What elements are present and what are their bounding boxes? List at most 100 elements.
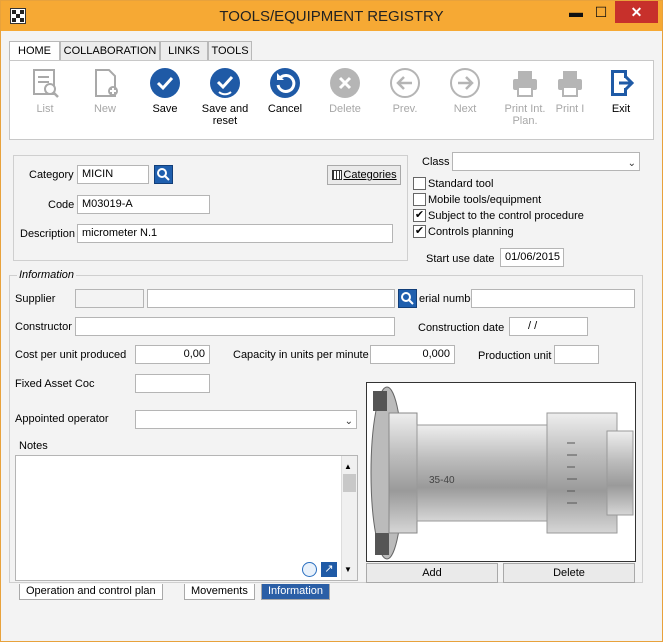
delete-image-button[interactable]: Delete [503,563,635,583]
subject-control-checkbox[interactable]: ✔ [413,209,426,222]
categories-button-label: Categories [343,169,397,181]
tab-information[interactable]: Information [261,584,331,600]
save-and-reset-button[interactable]: Save and reset [196,67,254,127]
category-search-button[interactable] [154,165,173,184]
new-document-icon [95,69,118,97]
construction-date-label: Construction date [418,322,505,334]
chevron-down-icon: ⌄ [344,416,353,427]
cancel-label: Cancel [267,103,303,115]
code-label: Code [48,199,75,211]
print-int-label-1: Print Int. [504,103,546,115]
tab-movements[interactable]: Movements [184,584,255,600]
open-link-icon[interactable]: ↗ [321,562,337,577]
scroll-up-icon[interactable]: ▲ [344,458,352,475]
save-reset-label-1: Save and [201,103,249,115]
save-reset-label-2: reset [212,115,238,127]
production-unit-field[interactable] [554,345,599,364]
fixed-asset-code-label: Fixed Asset Coc [15,378,95,390]
add-image-button[interactable]: Add [366,563,498,583]
controls-planning-label: Controls planning [428,226,514,238]
close-button[interactable]: ✕ [615,1,658,23]
cost-per-unit-field[interactable]: 0,00 [135,345,210,364]
tab-operation-control-plan[interactable]: Operation and control plan [19,584,163,600]
tab-collaboration[interactable]: COLLABORATION [60,41,160,61]
next-button[interactable]: Next [436,67,494,115]
arrow-left-icon [390,68,420,98]
delete-button[interactable]: Delete [316,67,374,115]
mobile-tools-checkbox[interactable] [413,193,426,206]
exit-button[interactable]: Exit [592,67,650,115]
controls-planning-checkbox[interactable]: ✔ [413,225,426,238]
maximize-button[interactable]: ☐ [586,1,616,23]
appointed-operator-select[interactable]: ⌄ [135,410,357,429]
save-button[interactable]: Save [136,67,194,115]
print-2-label: Print I [555,103,585,115]
printer-icon [513,71,537,97]
serial-number-field[interactable] [471,289,635,308]
construction-date-field[interactable]: / / [509,317,588,336]
arrow-right-icon [450,68,480,98]
save-reset-icon [210,68,240,98]
start-use-date-label: Start use date [426,253,495,265]
supplier-code-field[interactable] [75,289,144,308]
capacity-label: Capacity in units per minute [233,349,369,361]
previous-button[interactable]: Prev. [376,67,434,115]
next-label: Next [453,103,477,115]
micrometer-picture: 35-40 [370,386,634,560]
tab-tools[interactable]: TOOLS [208,41,252,61]
categories-button[interactable]: Categories [327,165,401,185]
undo-icon [270,68,300,98]
constructor-label: Constructor [15,321,72,333]
search-icon [157,168,170,181]
list-label: List [36,103,54,115]
standard-tool-label: Standard tool [428,178,494,190]
start-use-date-field[interactable]: 01/06/2015 [500,248,564,267]
class-select[interactable]: ⌄ [452,152,640,171]
standard-tool-checkbox[interactable] [413,177,426,190]
notes-textarea[interactable]: ▲ ▼ ↗ [15,455,358,581]
description-label: Description [20,228,76,240]
notes-label: Notes [19,440,48,452]
print-button-2[interactable]: Print I [550,67,590,115]
printer-icon [558,71,582,97]
tab-links[interactable]: LINKS [160,41,208,61]
print-int-label-2: Plan. [512,115,538,127]
new-label: New [93,103,116,115]
tool-image: 35-40 [366,382,636,562]
category-field[interactable]: MICIN [77,165,149,184]
list-button[interactable]: List [16,67,74,115]
barcode-icon [332,170,342,180]
constructor-field[interactable] [75,317,395,336]
save-label: Save [152,103,178,115]
scroll-thumb[interactable] [343,474,356,492]
subject-control-label: Subject to the control procedure [428,210,584,222]
description-field[interactable]: micrometer N.1 [77,224,393,243]
new-button[interactable]: New [76,67,134,115]
notes-scrollbar[interactable]: ▲ ▼ [341,456,357,580]
capacity-field[interactable]: 0,000 [370,345,455,364]
print-int-plan-button[interactable]: Print Int. Plan. [496,67,554,127]
list-icon [33,69,59,98]
delete-label: Delete [329,103,361,115]
search-icon [401,292,414,305]
production-unit-label: Production unit [478,350,552,362]
scroll-down-icon[interactable]: ▼ [344,561,352,578]
supplier-label: Supplier [15,293,56,305]
cost-per-unit-label: Cost per unit produced [15,349,127,361]
tab-home[interactable]: HOME [9,41,60,62]
supplier-search-button[interactable] [398,289,417,308]
globe-icon[interactable] [302,562,317,577]
supplier-name-field[interactable] [147,289,395,308]
fixed-asset-code-field[interactable] [135,374,210,393]
checkmark-icon [150,68,180,98]
category-label: Category [29,169,74,181]
toolbar: List New Save Save and reset Cancel Dele… [9,60,654,140]
cancel-button[interactable]: Cancel [256,67,314,115]
mobile-tools-label: Mobile tools/equipment [428,194,542,206]
delete-icon [330,68,360,98]
code-field[interactable]: M03019-A [77,195,210,214]
app-window: TOOLS/EQUIPMENT REGISTRY ▬ ☐ ✕ HOME COLL… [0,0,663,642]
prev-label: Prev. [392,103,418,115]
exit-label: Exit [611,103,631,115]
appointed-operator-label: Appointed operator [15,413,109,425]
